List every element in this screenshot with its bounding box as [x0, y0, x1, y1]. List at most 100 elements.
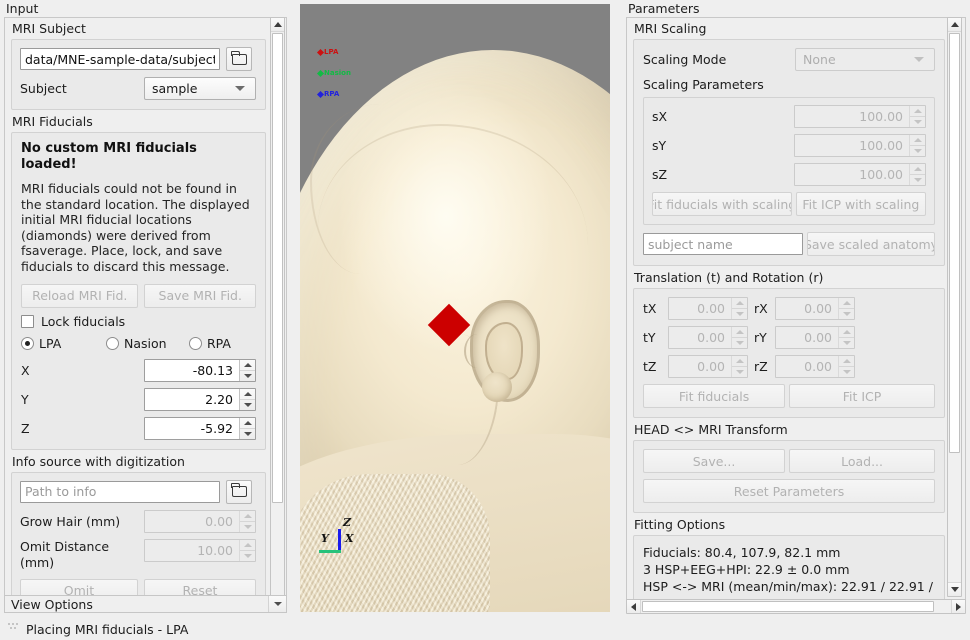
fit-icp-with-scaling-button[interactable]: Fit ICP with scaling	[795, 192, 926, 216]
subjects-dir-browse-button[interactable]	[226, 47, 252, 71]
ry-spinbox[interactable]: 0.00	[775, 326, 855, 349]
view-options-collapsible[interactable]: View Options	[4, 595, 287, 613]
radio-nasion[interactable]: Nasion	[106, 336, 184, 351]
scaling-mode-combobox[interactable]: None	[795, 48, 935, 71]
fiducial-z-stepper[interactable]	[239, 417, 255, 439]
sz-step-down[interactable]	[910, 175, 925, 185]
grow-hair-spinbox[interactable]: 0.00	[144, 509, 256, 533]
rx-spinbox[interactable]: 0.00	[775, 297, 855, 320]
ry-step-up[interactable]	[839, 327, 854, 338]
fiducial-x-step-up[interactable]	[240, 360, 255, 371]
scroll-right-button[interactable]	[951, 600, 965, 613]
subject-combobox[interactable]: sample	[144, 77, 256, 100]
triangle-up-icon	[243, 391, 252, 396]
reload-mri-fid-button[interactable]: Reload MRI Fid.	[21, 283, 139, 308]
fiducial-x-step-down[interactable]	[240, 371, 255, 381]
rx-stepper[interactable]	[838, 298, 854, 319]
lock-fiducials-checkbox[interactable]	[21, 314, 34, 328]
radio-lpa[interactable]: LPA	[21, 336, 101, 351]
scroll-thumb[interactable]	[642, 601, 934, 612]
transform-load-button[interactable]: Load...	[789, 449, 935, 473]
grow-hair-step-up[interactable]	[240, 511, 255, 522]
radio-nasion-indicator[interactable]	[106, 336, 119, 350]
tz-step-down[interactable]	[732, 367, 747, 377]
fiducial-z-step-down[interactable]	[240, 429, 255, 439]
rz-step-down[interactable]	[839, 367, 854, 377]
grow-hair-step-down[interactable]	[240, 522, 255, 532]
3d-render-view[interactable]: LPA Nasion RPA Z Y X	[300, 4, 610, 612]
fit-fiducials-with-scaling-button[interactable]: Fit fiducials with scaling	[652, 192, 792, 216]
fiducial-x-stepper[interactable]	[239, 359, 255, 381]
fiducial-y-stepper[interactable]	[239, 388, 255, 410]
save-mri-fid-button[interactable]: Save MRI Fid.	[144, 283, 256, 308]
omit-distance-step-down[interactable]	[240, 551, 255, 561]
triangle-up-icon	[243, 420, 252, 425]
radio-rpa[interactable]: RPA	[189, 336, 231, 351]
tx-stepper[interactable]	[731, 298, 747, 319]
fiducial-z-step-up[interactable]	[240, 418, 255, 429]
info-path-browse-button[interactable]	[226, 479, 252, 504]
sx-step-down[interactable]	[910, 117, 925, 127]
scroll-thumb[interactable]	[949, 33, 960, 453]
tx-step-up[interactable]	[732, 298, 747, 309]
tz-spinbox[interactable]: 0.00	[668, 355, 748, 378]
radio-rpa-indicator[interactable]	[189, 336, 202, 350]
save-scaled-anatomy-button[interactable]: Save scaled anatomy	[807, 232, 935, 256]
rz-stepper[interactable]	[838, 356, 854, 377]
omit-distance-step-up[interactable]	[240, 540, 255, 551]
rz-spinbox[interactable]: 0.00	[775, 355, 855, 378]
radio-lpa-indicator[interactable]	[21, 336, 34, 350]
tz-stepper[interactable]	[731, 356, 747, 377]
fiducial-x-spinbox[interactable]: -80.13	[144, 358, 256, 382]
ty-step-down[interactable]	[732, 338, 747, 348]
sy-step-up[interactable]	[910, 135, 925, 146]
triangle-down-icon	[243, 431, 252, 436]
ry-step-down[interactable]	[839, 338, 854, 348]
tx-step-down[interactable]	[732, 309, 747, 319]
info-path-input[interactable]	[20, 480, 220, 503]
transform-save-button[interactable]: Save...	[643, 449, 786, 473]
scroll-thumb[interactable]	[272, 33, 283, 503]
input-panel-scrollbar[interactable]	[270, 17, 285, 613]
parameters-panel-vscrollbar[interactable]	[947, 17, 962, 597]
reset-parameters-button[interactable]: Reset Parameters	[643, 479, 935, 503]
rx-step-up[interactable]	[839, 298, 854, 309]
sz-spinbox[interactable]: 100.00	[793, 163, 926, 186]
sx-step-up[interactable]	[910, 106, 925, 117]
scroll-down-button[interactable]	[948, 582, 961, 596]
fit-fiducials-button[interactable]: Fit fiducials	[643, 384, 786, 408]
fiducial-x-label: X	[21, 362, 30, 378]
sz-step-up[interactable]	[910, 164, 925, 175]
sy-step-down[interactable]	[910, 146, 925, 156]
view-options-expand-button[interactable]	[268, 596, 286, 612]
scroll-up-button[interactable]	[948, 18, 961, 32]
rx-step-down[interactable]	[839, 309, 854, 319]
omit-distance-spinbox[interactable]: 10.00	[144, 538, 256, 562]
view-options-label: View Options	[11, 596, 93, 612]
ty-step-up[interactable]	[732, 327, 747, 338]
grow-hair-stepper[interactable]	[239, 510, 255, 532]
scroll-up-button[interactable]	[271, 18, 284, 32]
fiducial-y-step-up[interactable]	[240, 389, 255, 400]
scroll-left-button[interactable]	[627, 600, 641, 613]
tx-spinbox[interactable]: 0.00	[668, 297, 748, 320]
fiducial-z-spinbox[interactable]: -5.92	[144, 416, 256, 440]
fit-icp-button[interactable]: Fit ICP	[789, 384, 935, 408]
parameters-panel-hscrollbar[interactable]	[626, 599, 966, 614]
rz-step-up[interactable]	[839, 356, 854, 367]
sy-stepper[interactable]	[909, 135, 925, 156]
sy-spinbox[interactable]: 100.00	[793, 134, 926, 157]
scaled-subject-name-input[interactable]	[643, 233, 803, 255]
fiducial-y-spinbox[interactable]: 2.20	[144, 387, 256, 411]
tz-step-up[interactable]	[732, 356, 747, 367]
subjects-dir-input[interactable]	[20, 48, 220, 70]
ry-stepper[interactable]	[838, 327, 854, 348]
ty-stepper[interactable]	[731, 327, 747, 348]
fiducial-y-step-down[interactable]	[240, 400, 255, 410]
sx-spinbox[interactable]: 100.00	[793, 105, 926, 128]
sx-stepper[interactable]	[909, 106, 925, 127]
ty-spinbox[interactable]: 0.00	[668, 326, 748, 349]
sz-stepper[interactable]	[909, 164, 925, 185]
omit-distance-stepper[interactable]	[239, 539, 255, 561]
lock-fiducials-row[interactable]: Lock fiducials	[21, 314, 256, 329]
